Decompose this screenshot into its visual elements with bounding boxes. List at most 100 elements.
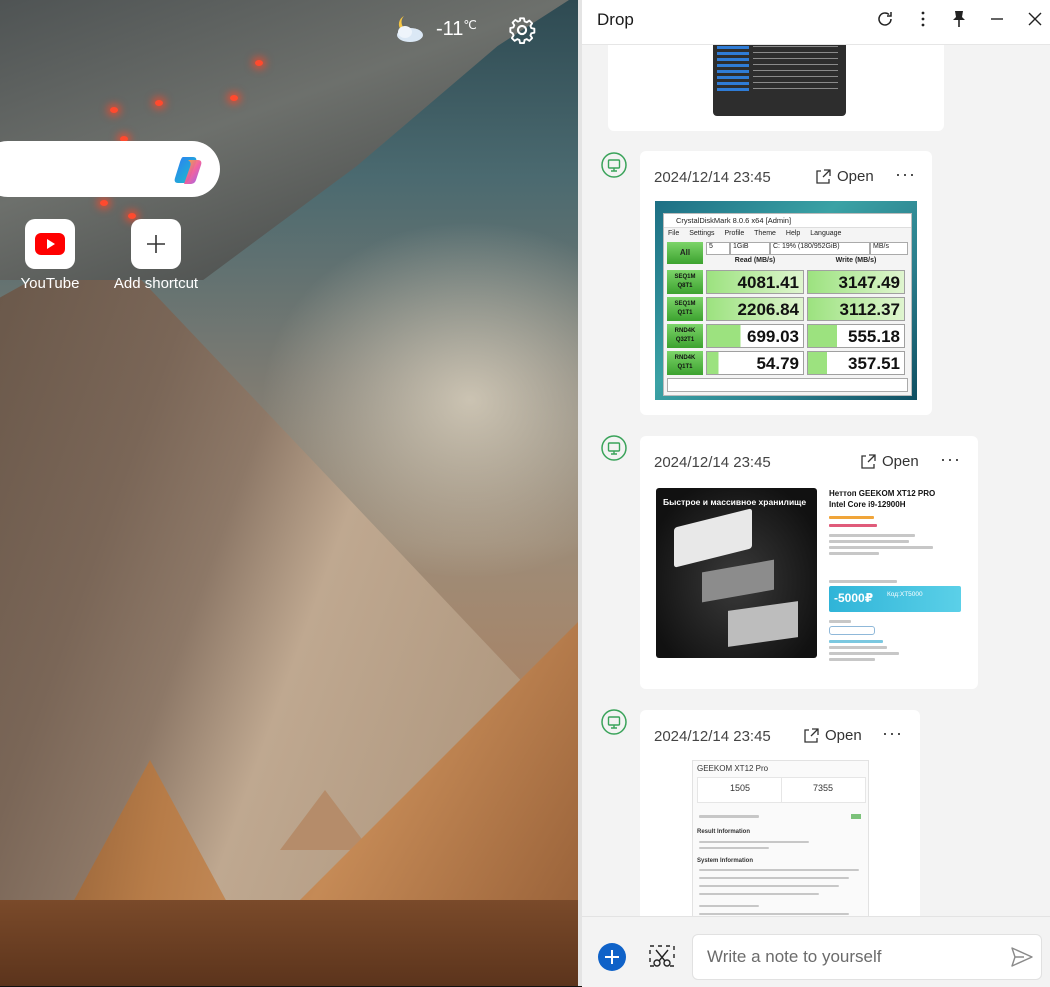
item-image[interactable]: CrystalDiskMark 8.0.6 x64 [Admin] File S… <box>655 201 917 400</box>
item-timestamp: 2024/12/14 23:45 <box>654 728 771 745</box>
text-line <box>829 580 897 583</box>
more-options-button[interactable] <box>912 8 934 30</box>
variant-chip <box>829 626 875 635</box>
close-button[interactable] <box>1024 8 1046 30</box>
open-external-icon <box>861 453 876 469</box>
gb-title: GEEKOM XT12 Pro <box>697 764 769 773</box>
close-icon <box>1028 12 1042 26</box>
product-title: Неттоп GEEKOM XT12 PRO Intel Core i9-1290… <box>829 489 936 509</box>
note-bar <box>582 916 1050 987</box>
drop-item-card: 2024/12/14 23:45 Open ··· GEEKOM XT12 Pr… <box>640 710 920 918</box>
cdm-result-row: SEQ1M Q1T1 2206.84 3112.37 <box>667 297 908 322</box>
drop-panel: 2024/12/14 23:45 Open ··· CrystalDiskMar… <box>582 0 1050 987</box>
device-icon <box>601 709 627 735</box>
cdm-read-value: 4081.41 <box>706 270 804 294</box>
cdm-menu-item: Profile <box>724 230 745 237</box>
add-button[interactable] <box>598 943 626 971</box>
item-image[interactable] <box>713 44 846 116</box>
cdm-row-label: RND4K Q1T1 <box>667 351 703 375</box>
text-line <box>829 646 887 649</box>
item-image[interactable]: Быстрое и массивное хранилище Неттоп GEE… <box>655 488 977 668</box>
promo-price: -5000₽ <box>834 591 874 605</box>
cdm-read-value: 54.79 <box>706 351 804 375</box>
cdm-all-button: All <box>667 242 703 264</box>
gear-icon[interactable] <box>508 16 536 44</box>
cdm-read-value: 699.03 <box>706 324 804 348</box>
temperature: -11℃ <box>436 17 477 40</box>
new-tab-page: -11℃ YouTube Add shortcut <box>0 0 578 986</box>
refresh-button[interactable] <box>874 8 896 30</box>
send-icon <box>1011 947 1033 967</box>
pin-button[interactable] <box>948 8 970 30</box>
cdm-result-row: SEQ1M Q8T1 4081.41 3147.49 <box>667 270 908 295</box>
text-line <box>699 905 759 907</box>
cdm-row-label: SEQ1M Q8T1 <box>667 270 703 294</box>
text-line <box>699 841 809 843</box>
cdm-count: 5 <box>706 242 730 255</box>
cdm-write-value: 3147.49 <box>807 270 905 294</box>
send-button[interactable] <box>1010 946 1034 968</box>
text-line <box>829 652 899 655</box>
item-image[interactable]: GEEKOM XT12 Pro 1505 7355 Result Informa… <box>692 760 869 918</box>
more-button[interactable]: ··· <box>940 449 961 470</box>
search-box[interactable] <box>0 141 220 197</box>
ship-light <box>110 107 118 113</box>
text-line <box>829 552 879 555</box>
partly-cloudy-night-icon <box>397 16 423 42</box>
text-line <box>699 815 759 818</box>
minimize-button[interactable] <box>986 8 1008 30</box>
drop-header: Drop <box>582 0 1050 45</box>
shortcut-youtube[interactable]: YouTube <box>0 219 105 292</box>
text-line <box>699 869 859 871</box>
weather-widget[interactable]: -11℃ <box>392 14 477 44</box>
gb-section: Result Information <box>697 829 751 835</box>
item-timestamp: 2024/12/14 23:45 <box>654 169 771 186</box>
item-timestamp: 2024/12/14 23:45 <box>654 454 771 471</box>
open-button[interactable]: Open <box>815 168 874 185</box>
copilot-icon[interactable] <box>172 152 208 188</box>
text-line <box>699 847 769 849</box>
open-button[interactable]: Open <box>803 727 862 744</box>
refresh-icon <box>878 12 892 26</box>
more-button[interactable]: ··· <box>895 164 916 185</box>
screenshot-scissors-icon <box>649 945 675 967</box>
shortcut-label: Add shortcut <box>113 275 199 292</box>
text-line <box>829 540 909 543</box>
cdm-drive: C: 19% (180/952GiB) <box>770 242 870 255</box>
more-button[interactable]: ··· <box>882 723 903 744</box>
device-icon <box>601 435 627 461</box>
image-content <box>753 46 838 94</box>
cdm-title: CrystalDiskMark 8.0.6 x64 [Admin] <box>664 214 911 228</box>
cdm-menu-item: Theme <box>754 230 776 237</box>
product-photo: Быстрое и массивное хранилище <box>656 488 817 658</box>
drop-item-card: 2024/12/14 23:45 Open ··· Быстрое и масс… <box>640 436 978 689</box>
note-input[interactable] <box>692 934 1042 980</box>
price-line <box>829 524 877 527</box>
cdm-result-row: RND4K Q1T1 54.79 357.51 <box>667 351 908 376</box>
gb-divider <box>781 778 782 802</box>
cdm-unit: MB/s <box>870 242 908 255</box>
shortcut-add[interactable]: Add shortcut <box>101 219 211 292</box>
open-external-icon <box>804 727 819 743</box>
pin-icon <box>953 11 965 27</box>
text-line <box>699 913 849 915</box>
promo-banner: -5000₽ Код:XT5000 <box>829 586 961 612</box>
cdm-menu-item: Help <box>785 230 801 237</box>
text-line <box>829 640 883 643</box>
plus-icon <box>147 235 165 253</box>
minimize-icon <box>991 18 1003 20</box>
image-content <box>717 46 749 94</box>
cdm-write-value: 357.51 <box>807 351 905 375</box>
cdm-window: CrystalDiskMark 8.0.6 x64 [Admin] File S… <box>663 213 912 396</box>
drop-title: Drop <box>597 10 634 29</box>
text-line <box>699 885 839 887</box>
shortcut-label: YouTube <box>20 275 80 292</box>
product-shape <box>728 601 798 647</box>
shortcut-tile <box>131 219 181 269</box>
cdm-size: 1GiB <box>730 242 770 255</box>
text-line <box>829 620 851 623</box>
ship-light <box>255 60 263 66</box>
open-button[interactable]: Open <box>860 453 919 470</box>
screenshot-button[interactable] <box>648 944 676 970</box>
more-vertical-icon <box>921 11 925 27</box>
